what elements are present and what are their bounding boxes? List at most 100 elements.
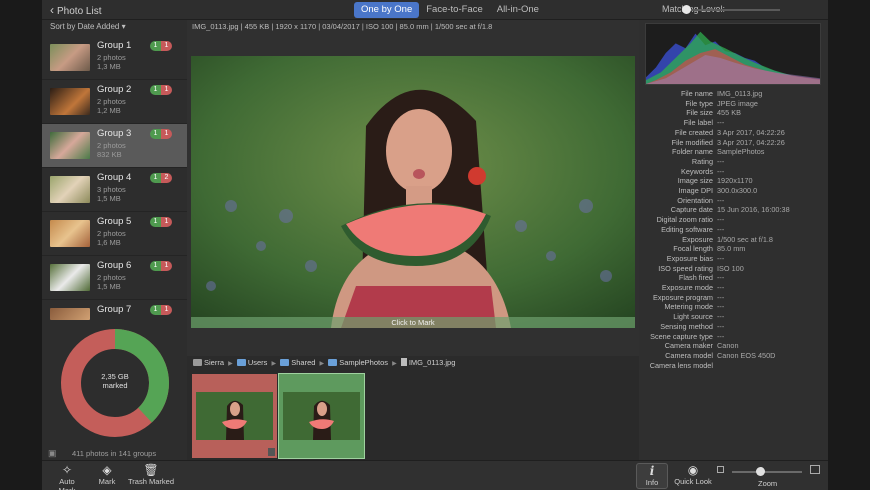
trash-count-badge: 1	[161, 41, 172, 51]
group-list-item[interactable]: Group 1 2 photos 1,3 MB 11	[42, 36, 187, 80]
quick-look-label: Quick Look	[674, 477, 712, 486]
metadata-value: ---	[717, 273, 725, 283]
chevron-right-icon: ▶	[271, 361, 277, 367]
group-size: 1,2 MB	[97, 106, 121, 115]
trash-count-badge: 1	[161, 85, 172, 95]
back-button[interactable]: ‹ Photo List	[50, 3, 101, 17]
breadcrumb-users[interactable]: Users	[248, 358, 268, 367]
group-list-panel: Sort by Date Added ▾ Group 1 2 photos 1,…	[42, 20, 187, 460]
group-list-item[interactable]: Group 4 3 photos 1,5 MB 12	[42, 168, 187, 212]
metadata-row: Camera maker Canon	[639, 341, 828, 351]
tab-one-by-one[interactable]: One by One	[354, 2, 420, 18]
info-button[interactable]: i Info	[636, 463, 668, 489]
metadata-row: Metering mode ---	[639, 302, 828, 312]
breadcrumb-sierra[interactable]: Sierra	[204, 358, 224, 367]
zoom-label: Zoom	[758, 479, 778, 488]
keep-count-badge: 1	[150, 41, 161, 51]
zoom-out-icon[interactable]	[717, 466, 724, 473]
breadcrumb-shared[interactable]: Shared	[291, 358, 315, 367]
quick-look-button[interactable]: ◉ Quick Look	[674, 463, 712, 486]
chevron-right-icon: ▶	[319, 361, 325, 367]
group-title: Group 4	[97, 172, 132, 183]
metadata-row: Keywords ---	[639, 167, 828, 177]
photo-thumbnail-selected[interactable]	[278, 373, 365, 459]
zoom-in-icon[interactable]	[810, 465, 820, 474]
metadata-key: Folder name	[672, 147, 713, 157]
metadata-key: Scene capture type	[650, 331, 713, 341]
group-size: 1,5 MB	[97, 282, 121, 291]
metadata-row: Capture date 15 Jun 2016, 16:00:38	[639, 205, 828, 215]
main-photo[interactable]: Click to Mark	[191, 56, 635, 328]
group-list-item[interactable]: Group 2 2 photos 1,2 MB 11	[42, 80, 187, 124]
mark-icon: ◈	[102, 463, 112, 477]
metadata-row: File created 3 Apr 2017, 04:22:26	[639, 128, 828, 138]
matching-level-slider-track[interactable]	[684, 9, 780, 11]
tab-all-in-one[interactable]: All-in-One	[490, 2, 546, 18]
metadata-row: ISO speed rating ISO 100	[639, 264, 828, 274]
metadata-row: Flash fired ---	[639, 273, 828, 283]
metadata-key: Orientation	[677, 195, 713, 205]
metadata-key: Keywords	[680, 166, 713, 176]
click-to-mark-bar[interactable]: Click to Mark	[191, 317, 635, 328]
metadata-row: Camera model Canon EOS 450D	[639, 351, 828, 361]
metadata-value: 85.0 mm	[717, 244, 746, 254]
metadata-key: Image size	[677, 176, 713, 186]
group-list-item[interactable]: Group 5 2 photos 1,6 MB 11	[42, 212, 187, 256]
zoom-slider-knob[interactable]	[756, 467, 765, 476]
metadata-value: ---	[717, 312, 725, 322]
metadata-value: 1/500 sec at f/1.8	[717, 234, 773, 244]
keep-count-badge: 1	[150, 173, 161, 183]
file-icon	[400, 358, 407, 366]
metadata-row: Light source ---	[639, 312, 828, 322]
trash-marked-label: Trash Marked	[128, 477, 174, 486]
metadata-key: File created	[674, 127, 713, 137]
zoom-slider-track[interactable]	[732, 471, 802, 473]
auto-mark-button[interactable]: ✧Auto Mark	[50, 463, 84, 490]
trash-count-badge: 1	[161, 217, 172, 227]
group-photo-count: 2 photos	[97, 273, 126, 282]
group-list-item-selected[interactable]: Group 3 2 photos 832 KB 11	[42, 124, 187, 168]
group-list-item[interactable]: Group 6 2 photos 1,5 MB 11	[42, 256, 187, 300]
tab-face-to-face[interactable]: Face-to-Face	[419, 2, 490, 18]
metadata-value: ---	[717, 331, 725, 341]
bottom-toolbar: ✧Auto Mark ◈Mark 🗑Trash Marked iInfo ◉Qu…	[42, 460, 828, 490]
trash-marked-button[interactable]: 🗑 Trash Marked	[128, 463, 174, 486]
metadata-key: File label	[683, 118, 713, 128]
list-footer-icon[interactable]: ▣	[48, 448, 57, 459]
metadata-row: Focal length 85.0 mm	[639, 244, 828, 254]
trash-count-badge: 1	[161, 305, 172, 315]
metadata-value: ---	[717, 321, 725, 331]
keep-count-badge: 1	[150, 129, 161, 139]
keep-count-badge: 1	[150, 85, 161, 95]
breadcrumb-file[interactable]: IMG_0113.jpg	[409, 358, 456, 367]
metadata-row: Digital zoom ratio ---	[639, 215, 828, 225]
group-photo-count: 2 photos	[97, 229, 126, 238]
metadata-row: Folder name SamplePhotos	[639, 147, 828, 157]
photo-viewer-panel: IMG_0113.jpg | 455 KB | 1920 x 1170 | 03…	[187, 20, 639, 460]
metadata-key: Exposure program	[652, 292, 713, 302]
window-edge-left	[0, 0, 42, 490]
metadata-row: Sensing method ---	[639, 322, 828, 332]
group-size: 832 KB	[97, 150, 122, 159]
metadata-row: File modified 3 Apr 2017, 04:22:26	[639, 138, 828, 148]
donut-center-label: 2,35 GB marked	[90, 372, 140, 390]
mark-button[interactable]: ◈ Mark	[94, 463, 120, 486]
metadata-key: File type	[685, 98, 713, 108]
group-size: 1,6 MB	[97, 238, 121, 247]
sort-dropdown[interactable]: Sort by Date Added ▾	[50, 22, 126, 31]
metadata-key: Digital zoom ratio	[656, 215, 713, 225]
eye-icon: ◉	[687, 463, 699, 477]
breadcrumb-samplephotos[interactable]: SamplePhotos	[339, 358, 388, 367]
keep-count-badge: 1	[150, 217, 161, 227]
metadata-key: Focal length	[673, 244, 713, 254]
photo-thumbnail-marked[interactable]	[192, 374, 277, 458]
group-list-item[interactable]: Group 7 11	[42, 300, 187, 320]
matching-level-slider-knob[interactable]	[682, 5, 691, 14]
metadata-row: Scene capture type ---	[639, 332, 828, 342]
metadata-row: Exposure 1/500 sec at f/1.8	[639, 235, 828, 245]
metadata-value: 15 Jun 2016, 16:00:38	[717, 205, 790, 215]
group-thumbnail	[50, 44, 90, 71]
group-photo-count: 2 photos	[97, 53, 126, 62]
keep-count-badge: 1	[150, 305, 161, 315]
metadata-row: File size 455 KB	[639, 108, 828, 118]
